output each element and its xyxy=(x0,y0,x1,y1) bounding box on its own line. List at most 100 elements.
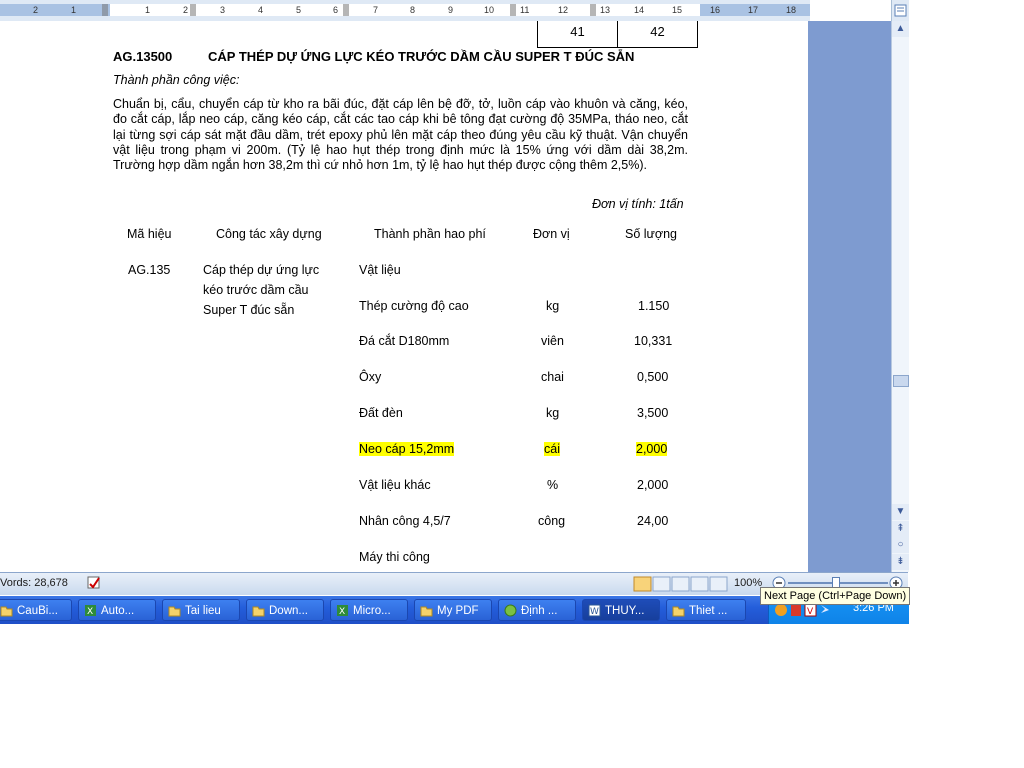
row-unit: kg xyxy=(546,299,560,313)
taskbar-item-active[interactable]: W THUY... xyxy=(582,599,660,621)
taskbar-item[interactable]: Thiet ... xyxy=(666,599,746,621)
document-page[interactable]: 41 42 AG.13500 CÁP THÉP DỰ ỨNG LỰC KÉO T… xyxy=(0,21,808,572)
scroll-down-button[interactable]: ▼ xyxy=(892,504,909,520)
row-item: Vật liệu khác xyxy=(359,478,431,492)
ruler-left-margin xyxy=(0,4,110,16)
ruler-number: 4 xyxy=(258,5,264,15)
row-unit: công xyxy=(538,514,566,528)
view-ruler-button[interactable] xyxy=(891,0,909,21)
row-qty: 10,331 xyxy=(634,334,673,348)
view-buttons xyxy=(633,576,728,597)
row-item-highlighted: Neo cáp 15,2mm xyxy=(359,442,455,456)
ruler-number: 18 xyxy=(786,5,797,15)
taskbar-item[interactable]: Định ... xyxy=(498,599,576,621)
ruler-number: 11 xyxy=(520,5,530,15)
ruler-column-marker[interactable] xyxy=(343,4,349,16)
table-cell[interactable]: 41 xyxy=(537,21,618,48)
row-unit-highlighted: cái xyxy=(544,442,560,456)
header-quantity: Số lượng xyxy=(625,227,678,241)
folder-icon xyxy=(0,606,13,617)
ruler-number: 14 xyxy=(634,5,645,15)
work-description: Chuẩn bị, cẩu, chuyển cáp từ kho ra bãi … xyxy=(113,97,688,173)
table-cell[interactable]: 42 xyxy=(617,21,698,48)
double-down-arrow-icon: ⇟ xyxy=(896,556,905,567)
ruler-number: 3 xyxy=(220,5,226,15)
ruler-number: 2 xyxy=(33,5,39,15)
ruler-column-marker[interactable] xyxy=(510,4,516,16)
browse-object-icon: ○ xyxy=(897,539,904,550)
select-browse-object-button[interactable]: ○ xyxy=(892,537,909,553)
folder-icon xyxy=(420,606,433,617)
header-component: Thành phần hao phí xyxy=(374,227,486,241)
work-line: kéo trước dầm cầu xyxy=(203,283,309,297)
ruler-column-marker[interactable] xyxy=(590,4,596,16)
word-count[interactable]: Vords: 28,678 xyxy=(0,577,68,589)
ruler-number: 13 xyxy=(600,5,611,15)
row-qty: 2,000 xyxy=(637,478,669,492)
page-background xyxy=(808,21,891,572)
double-up-arrow-icon: ⇞ xyxy=(896,523,905,534)
spelling-check-icon[interactable] xyxy=(86,575,102,596)
taskbar-item[interactable]: X Micro... xyxy=(330,599,408,621)
row-item: Đất đèn xyxy=(359,406,403,420)
header-unit: Đơn vị xyxy=(533,227,570,241)
horizontal-ruler[interactable]: 2 1 1 2 3 4 5 6 7 8 9 10 11 12 13 14 15 … xyxy=(0,0,810,22)
work-line: Cáp thép dự ứng lực xyxy=(203,263,320,277)
row-item: Vật liệu xyxy=(359,263,401,277)
ruler-number: 15 xyxy=(672,5,683,15)
ruler-column-marker[interactable] xyxy=(102,4,108,16)
folder-icon xyxy=(168,606,181,617)
row-item: Ôxy xyxy=(359,370,382,384)
next-page-button[interactable]: ⇟ xyxy=(892,554,909,570)
ruler-number: 6 xyxy=(333,5,339,15)
row-unit: kg xyxy=(546,406,560,420)
header-code: Mã hiệu xyxy=(127,227,172,241)
word-icon: W xyxy=(588,604,601,617)
vertical-scrollbar[interactable]: ▲ ▼ ⇞ ○ ⇟ xyxy=(891,21,909,572)
previous-page-button[interactable]: ⇞ xyxy=(892,521,909,537)
app-icon xyxy=(504,604,517,617)
row-item: Máy thi công xyxy=(359,550,430,564)
taskbar-item[interactable]: Tai lieu xyxy=(162,599,240,621)
ruler-number: 5 xyxy=(296,5,302,15)
row-qty: 3,500 xyxy=(637,406,669,420)
excel-icon: X xyxy=(85,605,96,617)
row-qty: 24,00 xyxy=(637,514,669,528)
taskbar-item[interactable]: My PDF xyxy=(414,599,492,621)
unit-note: Đơn vị tính: 1tấn xyxy=(592,197,684,211)
ruler-number: 2 xyxy=(183,5,189,15)
scroll-thumb[interactable] xyxy=(893,375,909,387)
scroll-up-button[interactable]: ▲ xyxy=(892,21,909,37)
ruler-icon xyxy=(894,4,907,17)
row-unit: chai xyxy=(541,370,564,384)
row-qty-highlighted: 2,000 xyxy=(636,442,668,456)
zoom-level[interactable]: 100% xyxy=(734,577,762,589)
header-work: Công tác xây dựng xyxy=(216,227,322,241)
taskbar-item[interactable]: X Auto... xyxy=(78,599,156,621)
row-qty: 0,500 xyxy=(637,370,669,384)
tooltip: Next Page (Ctrl+Page Down) xyxy=(760,587,911,605)
row-item: Thép cường độ cao xyxy=(359,299,469,313)
ruler-number: 7 xyxy=(373,5,379,15)
row-qty: 1.150 xyxy=(638,299,670,313)
svg-text:V: V xyxy=(807,607,814,617)
row-code: AG.135 xyxy=(128,263,171,277)
ruler-number: 12 xyxy=(558,5,569,15)
row-unit: % xyxy=(547,478,559,492)
ruler-number: 16 xyxy=(710,5,721,15)
work-label: Thành phần công việc: xyxy=(113,73,240,87)
arrow-down-icon: ▼ xyxy=(895,506,906,517)
taskbar-item[interactable]: CauBi... xyxy=(0,599,72,621)
ruler-number: 1 xyxy=(71,5,77,15)
folder-icon xyxy=(252,606,265,617)
folder-icon xyxy=(672,606,685,617)
row-item: Nhân công 4,5/7 xyxy=(359,514,451,528)
svg-text:W: W xyxy=(590,607,599,617)
svg-text:X: X xyxy=(339,607,345,617)
taskbar-item[interactable]: Down... xyxy=(246,599,324,621)
arrow-up-icon: ▲ xyxy=(895,23,906,34)
ruler-column-marker[interactable] xyxy=(190,4,196,16)
ruler-number: 1 xyxy=(145,5,151,15)
row-item: Đá cắt D180mm xyxy=(359,334,450,348)
ruler-number: 8 xyxy=(410,5,416,15)
